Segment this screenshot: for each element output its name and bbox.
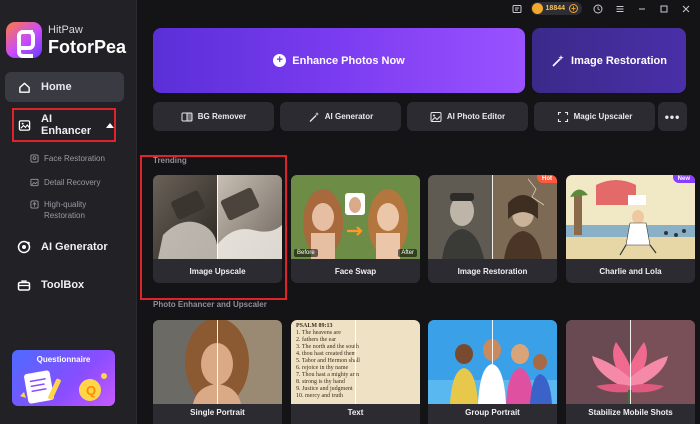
svg-text:Q: Q (86, 383, 96, 398)
minimize-icon[interactable] (636, 3, 648, 15)
new-badge: New (672, 175, 695, 183)
sidebar: HitPaw FotorPea Home AI Enhancer Face Re… (0, 0, 137, 424)
ai-generator-button[interactable]: AI Generator (280, 102, 401, 131)
sidebar-item-home[interactable]: Home (5, 72, 124, 102)
face-icon (30, 154, 39, 163)
tool-label: AI Generator (324, 112, 374, 121)
before-label: Before (294, 249, 318, 257)
image-restoration-label: Image Restoration (571, 54, 667, 67)
single-portrait-thumbnail (153, 320, 282, 404)
gift-icon[interactable] (592, 3, 604, 15)
credits-badge[interactable]: 18844 + (530, 2, 582, 15)
stabilize-thumbnail (566, 320, 695, 404)
sparkle-wand-icon (551, 54, 565, 68)
enhance-photos-label: Enhance Photos Now (292, 54, 405, 67)
sidebar-item-toolbox[interactable]: ToolBox (5, 271, 124, 299)
bg-remover-button[interactable]: BG Remover (153, 102, 274, 131)
enhance-photos-button[interactable]: + Enhance Photos Now (153, 28, 525, 93)
brand-name: FotorPea (48, 36, 127, 57)
toolbox-icon (17, 278, 31, 292)
text-thumbnail: PSALM 89:13 1. The heavens are 2. father… (291, 320, 420, 404)
card-face-swap[interactable]: Before After Face Swap (291, 175, 420, 283)
sub-item-label: Face Restoration (44, 154, 105, 163)
tool-label: AI Photo Editor (446, 112, 506, 121)
card-image-restoration[interactable]: Hot Image Restoration (428, 175, 557, 283)
sidebar-subitem-high-quality-restoration[interactable]: High-quality Restoration (30, 199, 86, 221)
tool-label: Magic Upscaler (573, 112, 633, 121)
card-single-portrait[interactable]: Single Portrait (153, 320, 282, 424)
tool-label: BG Remover (197, 112, 247, 121)
compare-divider (492, 175, 493, 259)
sidebar-subitem-detail-recovery[interactable]: Detail Recovery (30, 177, 100, 188)
ai-photo-editor-button[interactable]: AI Photo Editor (407, 102, 528, 131)
magic-upscaler-button[interactable]: Magic Upscaler (534, 102, 655, 131)
home-icon (17, 80, 31, 94)
image-icon (30, 178, 39, 187)
card-label: Image Restoration (457, 266, 528, 276)
upscale-icon (557, 111, 569, 123)
card-label: Stabilize Mobile Shots (588, 407, 673, 417)
more-icon: ••• (664, 109, 681, 124)
hot-badge: Hot (537, 175, 557, 183)
image-upscale-highlight (140, 155, 287, 300)
magic-wand-icon (308, 111, 320, 123)
sidebar-subitem-face-restoration[interactable]: Face Restoration (30, 153, 105, 164)
card-label: Charlie and Lola (599, 266, 662, 276)
sub-item-label: High-quality Restoration (44, 200, 87, 220)
enhancer-title: Photo Enhancer and Upscaler (153, 300, 267, 309)
card-text[interactable]: PSALM 89:13 1. The heavens are 2. father… (291, 320, 420, 424)
coin-icon (531, 3, 543, 14)
photo-editor-icon (430, 111, 442, 123)
sidebar-item-ai-generator[interactable]: AI Generator (5, 233, 124, 261)
card-label: Face Swap (334, 266, 377, 276)
sidebar-item-label: AI Generator (41, 241, 108, 253)
plus-icon: + (273, 54, 287, 67)
card-label: Single Portrait (190, 407, 245, 417)
card-charlie-and-lola[interactable]: New Charlie and Lola (566, 175, 695, 283)
sidebar-item-label: ToolBox (41, 279, 85, 291)
group-portrait-thumbnail (428, 320, 557, 404)
image-restoration-thumbnail (428, 175, 557, 259)
after-label: After (398, 249, 417, 257)
image-enhance-icon (18, 118, 31, 132)
sidebar-item-label: Home (41, 81, 72, 93)
ai-generator-icon (17, 240, 31, 254)
maximize-icon[interactable] (658, 3, 670, 15)
card-group-portrait[interactable]: Group Portrait (428, 320, 557, 424)
chevron-up-icon (106, 122, 114, 128)
brand: HitPaw FotorPea (6, 22, 126, 58)
sub-item-label: Detail Recovery (44, 178, 101, 187)
compare-divider (492, 320, 493, 404)
brand-sub: HitPaw (48, 23, 83, 36)
credits-count: 18844 (545, 5, 565, 12)
add-credits-icon[interactable]: + (569, 4, 578, 13)
compare-divider (355, 320, 356, 404)
image-restoration-button[interactable]: Image Restoration (532, 28, 686, 93)
compare-divider (630, 320, 631, 404)
questionnaire-illustration: Q (20, 370, 107, 404)
charlie-and-lola-thumbnail (566, 175, 695, 259)
sidebar-item-label: AI Enhancer (41, 113, 92, 137)
more-tools-button[interactable]: ••• (658, 102, 687, 131)
face-swap-thumbnail: Before After (291, 175, 420, 259)
app-logo (6, 22, 42, 58)
menu-icon[interactable] (614, 3, 626, 15)
sidebar-item-ai-enhancer[interactable]: AI Enhancer (12, 108, 116, 142)
card-label: Group Portrait (465, 407, 520, 417)
questionnaire-banner[interactable]: Questionnaire Q (12, 350, 115, 406)
notifications-icon[interactable] (511, 3, 523, 15)
bg-remover-icon (181, 111, 193, 123)
close-icon[interactable] (680, 3, 692, 15)
compare-divider (217, 320, 218, 404)
hq-icon (30, 200, 39, 209)
card-stabilize-mobile-shots[interactable]: Stabilize Mobile Shots (566, 320, 695, 424)
card-label: Text (347, 407, 364, 417)
title-bar: 18844 + (137, 0, 700, 16)
